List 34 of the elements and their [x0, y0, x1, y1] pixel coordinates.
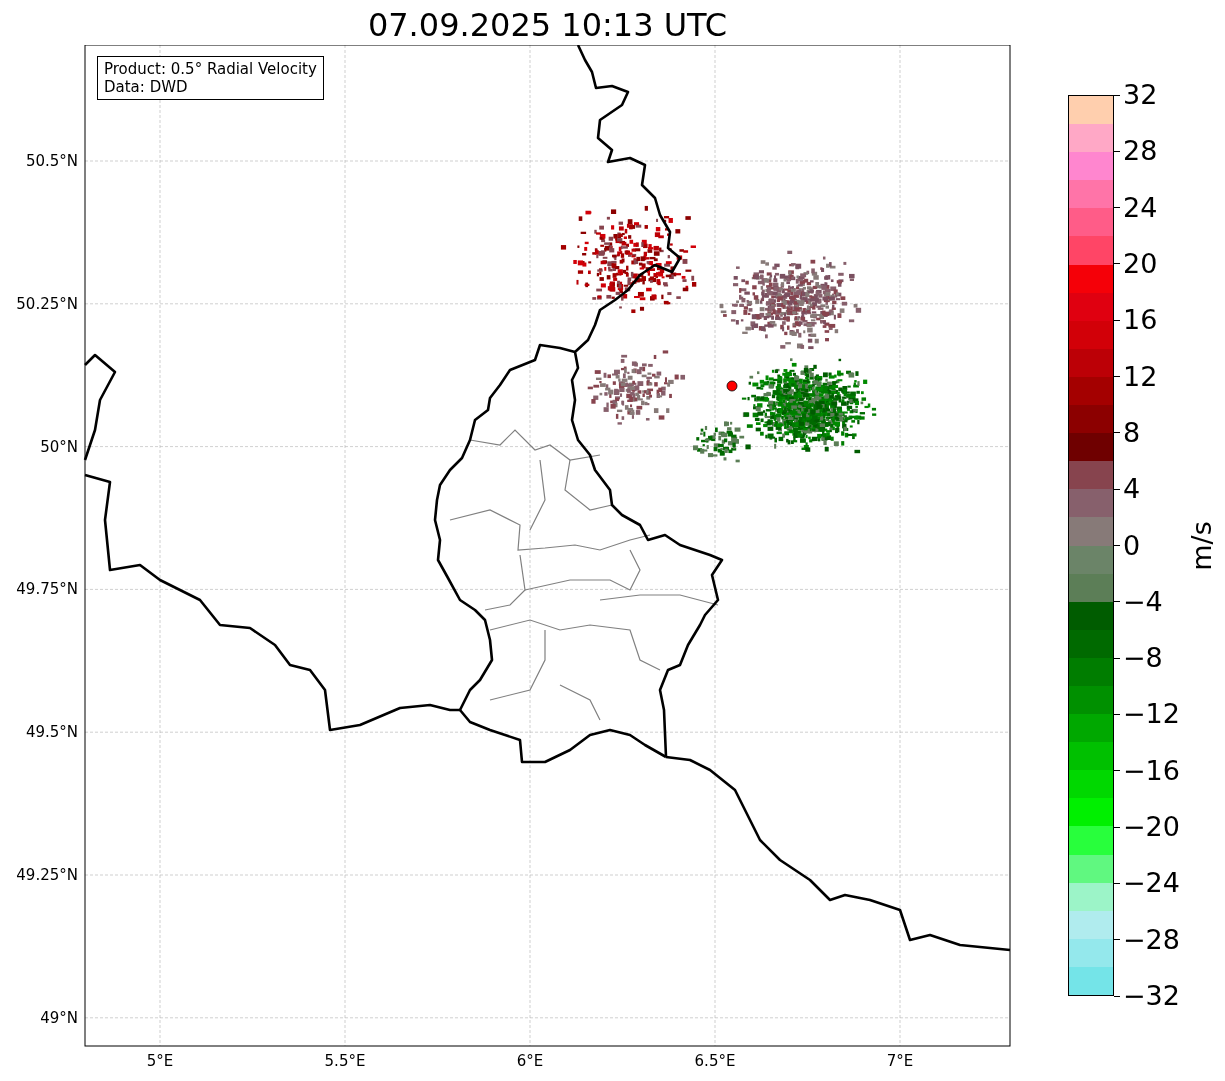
latitude-label: 49.75°N [16, 580, 78, 599]
colorbar-tick-label: 20 [1123, 248, 1158, 279]
longitude-label: 6.5°E [694, 1052, 736, 1070]
longitude-label: 5°E [146, 1052, 174, 1070]
latitude-label: 49.5°N [25, 723, 78, 742]
latitude-label: 49.25°N [16, 866, 78, 884]
latitude-label: 50°N [40, 437, 78, 456]
colorbar-tick-label: −24 [1123, 868, 1180, 899]
colorbar-tick-label: −8 [1123, 643, 1163, 674]
colorbar-tick-label: −20 [1123, 812, 1180, 843]
colorbar-unit-label: m/s [1187, 520, 1217, 571]
longitude-label: 6°E [516, 1052, 544, 1070]
chart-title: 07.09.2025 10:13 UTC [367, 5, 728, 45]
colorbar-tick-label: 16 [1123, 305, 1158, 336]
latitude-label: 50.25°N [16, 294, 78, 313]
colorbar-tick-label: −4 [1123, 586, 1163, 617]
colorbar-tick-label: −28 [1123, 924, 1180, 955]
latitude-label: 50.5°N [25, 152, 78, 170]
colorbar-tick-label: 24 [1123, 192, 1158, 223]
info-text: Product: 0.5° Radial Velocity [104, 60, 317, 78]
colorbar-tick-label: 0 [1123, 530, 1141, 561]
colorbar-tick-label: 28 [1123, 136, 1158, 167]
colorbar-tick-label: −32 [1123, 981, 1180, 1011]
longitude-label: 7°E [886, 1052, 914, 1070]
colorbar-tick-label: 32 [1123, 80, 1158, 110]
colorbar-tick-label: 12 [1123, 361, 1158, 392]
colorbar-tick-label: 8 [1123, 417, 1141, 448]
colorbar-tick-label: −16 [1123, 755, 1180, 786]
info-text: Data: DWD [104, 78, 189, 96]
radar-site-marker [726, 380, 738, 392]
colorbar-tick-label: 4 [1123, 474, 1141, 505]
latitude-label: 49°N [40, 1008, 78, 1027]
colorbar-tick-label: −12 [1123, 699, 1180, 730]
longitude-label: 5.5°E [324, 1052, 366, 1070]
